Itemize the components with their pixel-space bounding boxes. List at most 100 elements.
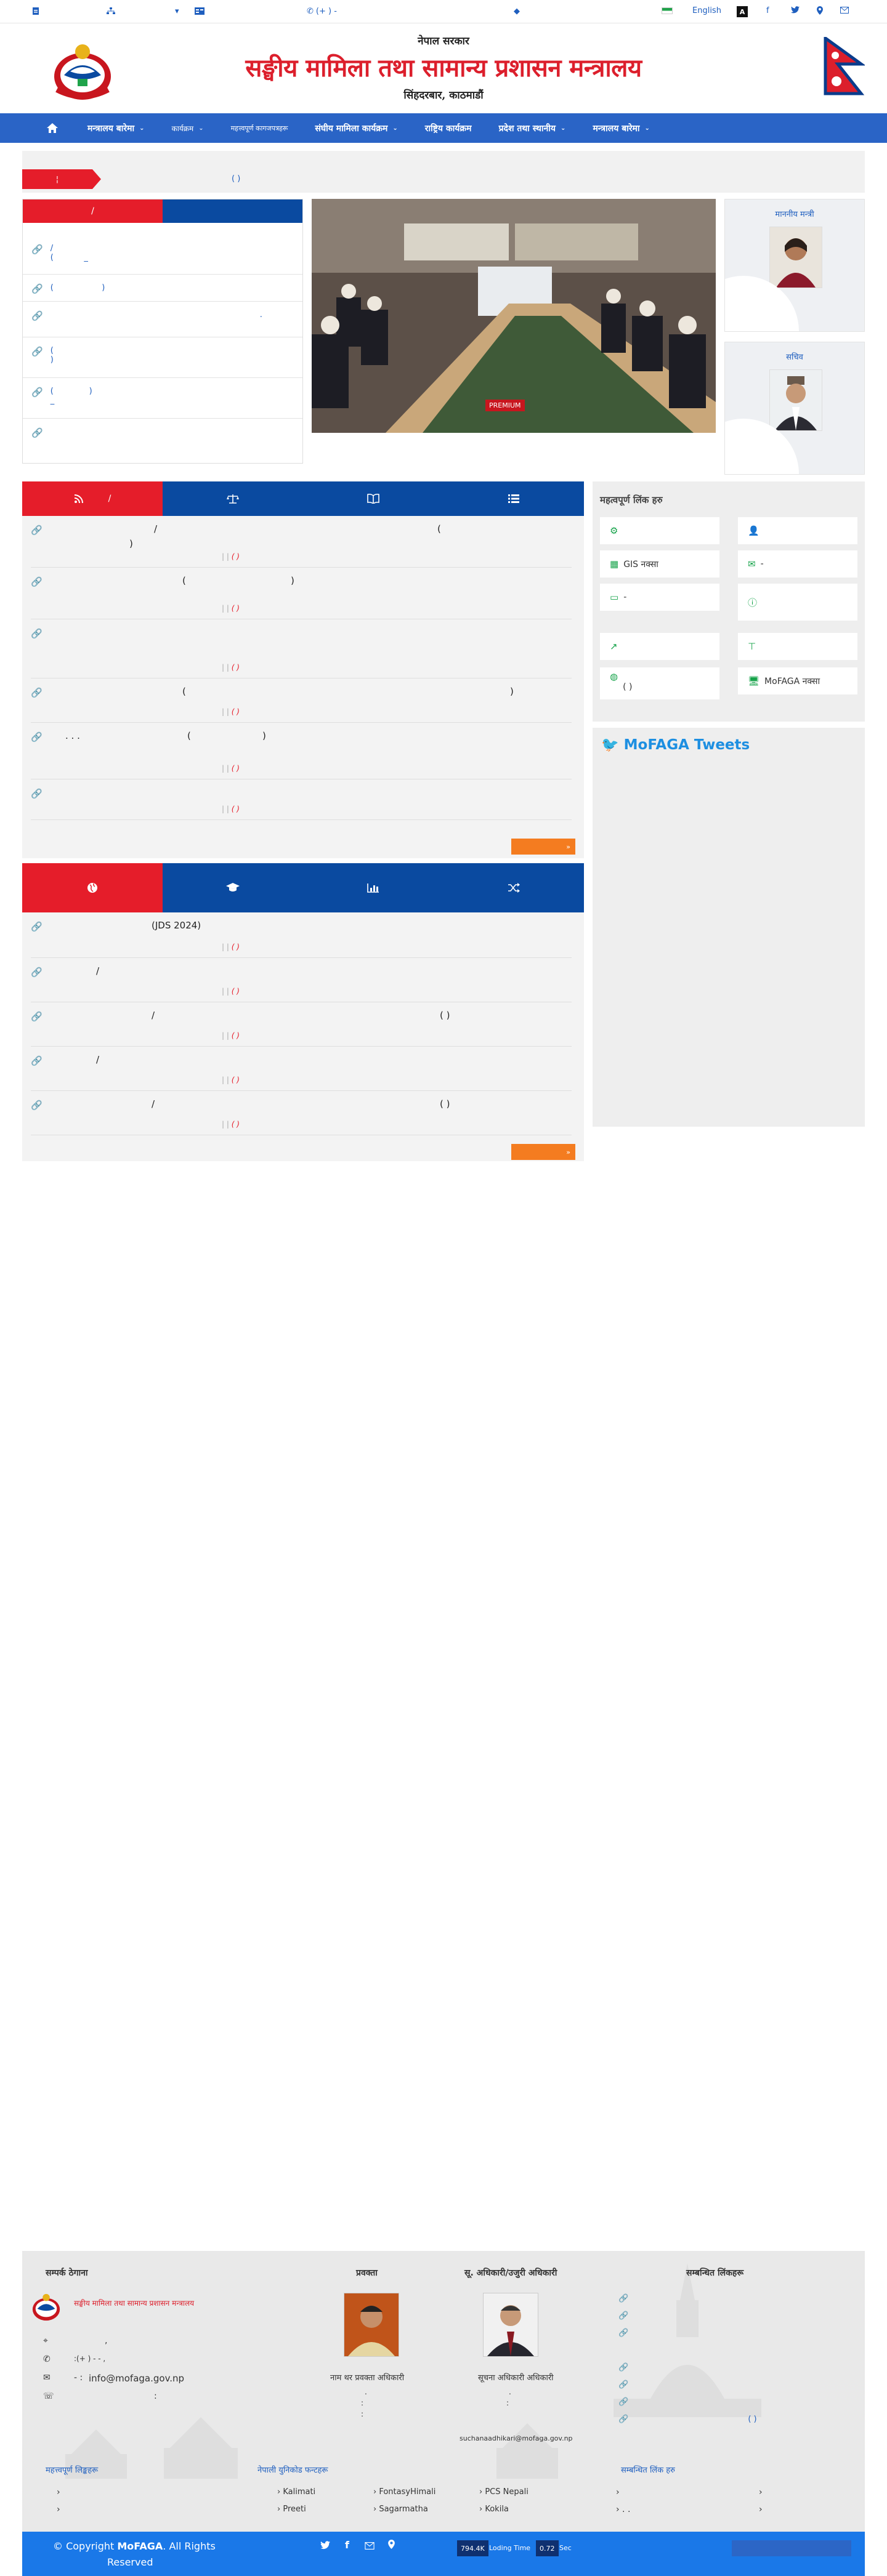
tab-law[interactable]: [163, 481, 303, 516]
list-item[interactable]: 🔗 | | ( ): [31, 619, 572, 678]
quick-link[interactable]: ✉ -: [738, 550, 857, 578]
list-item[interactable]: 🔗 ( ) | | ( ): [31, 678, 572, 723]
calendar-icon[interactable]: [195, 7, 205, 15]
news-ticker: ¦ ( ): [22, 151, 865, 193]
related-link[interactable]: 🔗: [618, 2311, 628, 2320]
list-item[interactable]: 🔗 / ( ) | | ( ): [31, 1002, 572, 1047]
slider-badge: PREMIUM: [485, 400, 525, 411]
list-item[interactable]: 🔗: [23, 419, 302, 456]
twitter-icon[interactable]: [320, 2540, 330, 2552]
tab-rss[interactable]: /: [22, 481, 163, 516]
twitter-icon[interactable]: [791, 6, 800, 14]
related-link[interactable]: 🔗: [618, 2328, 628, 2338]
tab-globe[interactable]: [22, 863, 163, 912]
list-item[interactable]: 🔗( ) _: [23, 378, 302, 419]
quick-link-map[interactable]: 🖥 MoFAGA नक्सा: [738, 667, 857, 694]
envelope-icon[interactable]: [365, 2540, 375, 2552]
footer-search-box[interactable]: [732, 2540, 851, 2556]
font-link-kalimati[interactable]: › Kalimati: [277, 2487, 315, 2497]
facebook-icon[interactable]: f: [345, 2539, 349, 2551]
nav-item-about[interactable]: मन्त्रालय बारेमा ⌄: [74, 113, 158, 143]
diamond-icon[interactable]: ◆: [514, 7, 520, 16]
footer-org-name: सङ्घीय मामिला तथा सामान्य प्रशासन मन्त्र…: [74, 2299, 195, 2308]
minister-card[interactable]: माननीय मन्त्री: [724, 199, 865, 332]
list-item[interactable]: 🔗 / ( ) | | ( ): [31, 516, 572, 568]
quick-link[interactable]: 👤: [738, 517, 857, 544]
footer-link[interactable]: ›: [759, 2487, 763, 2497]
secretary-card[interactable]: सचिव: [724, 342, 865, 475]
email-icon[interactable]: [840, 7, 849, 14]
tab-publications[interactable]: [303, 481, 444, 516]
quick-link[interactable]: ⚙: [600, 517, 719, 544]
nav-item-federal[interactable]: संघीय मामिला कार्यक्रम ⌄: [301, 113, 411, 143]
nav-item-province[interactable]: प्रदेश तथा स्थानीय ⌄: [485, 113, 580, 143]
nav-item-more[interactable]: मन्त्रालय बारेमा ⌄: [579, 113, 663, 143]
list-item[interactable]: 🔗( ): [23, 275, 302, 302]
tab-education[interactable]: [163, 863, 303, 912]
copyright-bar: © Copyright MoFAGA. All Rights Reserved …: [22, 2532, 865, 2576]
list-item[interactable]: 🔗 ( ) | | ( ): [31, 568, 572, 619]
list-item[interactable]: 🔗 / | | ( ): [31, 958, 572, 1002]
image-slider[interactable]: PREMIUM: [312, 199, 716, 433]
sitemap-icon[interactable]: [106, 7, 116, 15]
ticker-text[interactable]: ( ): [232, 174, 240, 183]
info-officer-email[interactable]: suchanaadhikari@mofaga.gov.np: [460, 2434, 573, 2442]
document-icon[interactable]: [32, 7, 39, 15]
font-link-fontasyhimali[interactable]: › FontasyHimali: [373, 2487, 435, 2497]
twitter-feed-title[interactable]: 🐦 MoFAGA Tweets: [593, 728, 865, 762]
related-link[interactable]: 🔗: [618, 2294, 628, 2303]
font-link-kokila[interactable]: › Kokila: [479, 2505, 509, 2514]
map-marker-icon: ⌖: [43, 2336, 48, 2346]
tab-notices[interactable]: /: [23, 199, 163, 223]
list-item[interactable]: 🔗 | | ( ): [31, 779, 572, 820]
gears-icon: ⚙: [610, 525, 618, 536]
phone-contact[interactable]: ✆ (+ ) -: [307, 7, 337, 16]
location-pin-icon[interactable]: [817, 6, 823, 15]
tab-list[interactable]: [444, 481, 584, 516]
footer-link[interactable]: › . .: [616, 2505, 630, 2514]
dropdown-caret-icon[interactable]: ▾: [175, 7, 179, 16]
list-item[interactable]: 🔗 . . . ( ) | | ( ): [31, 723, 572, 779]
ministry-title[interactable]: सङ्घीय मामिला तथा सामान्य प्रशासन मन्त्र…: [0, 50, 887, 84]
footer-link[interactable]: ›: [616, 2487, 620, 2497]
font-link-sagarmatha[interactable]: › Sagarmatha: [373, 2505, 428, 2514]
tab-shuffle[interactable]: [444, 863, 584, 912]
tab-news[interactable]: [163, 199, 302, 223]
language-switch[interactable]: English: [692, 6, 721, 15]
related-link[interactable]: 🔗: [618, 2397, 628, 2407]
facebook-icon[interactable]: f: [766, 6, 769, 15]
font-link-pcs-nepali[interactable]: › PCS Nepali: [479, 2487, 529, 2497]
list-item[interactable]: 🔗 / ( _: [23, 235, 302, 275]
nav-item-national[interactable]: राष्ट्रिय कार्यक्रम: [411, 113, 485, 143]
contrast-toggle[interactable]: A: [737, 6, 748, 17]
related-link[interactable]: 🔗 ( ): [618, 2415, 757, 2424]
related-link[interactable]: 🔗: [618, 2363, 628, 2372]
list-item[interactable]: 🔗( ): [23, 337, 302, 378]
nav-item-documents[interactable]: महत्त्वपूर्ण कागजपत्रहरू: [217, 113, 302, 143]
quick-link-gis[interactable]: ▦ GIS नक्सा: [600, 550, 719, 578]
quick-link[interactable]: ◍( ): [600, 667, 719, 699]
nav-home[interactable]: [43, 113, 74, 143]
footer-email[interactable]: info@mofaga.gov.np: [89, 2373, 184, 2384]
quick-link[interactable]: ⓘ: [738, 584, 857, 621]
brand-link[interactable]: MoFAGA: [117, 2540, 163, 2552]
list-item[interactable]: 🔗 (JDS 2024) | | ( ): [31, 912, 572, 958]
map-icon: ▦: [610, 558, 619, 570]
list-item[interactable]: 🔗 / | | ( ): [31, 1047, 572, 1091]
footer-link[interactable]: ›: [759, 2505, 763, 2514]
tab-statistics[interactable]: [303, 863, 444, 912]
font-link-preeti[interactable]: › Preeti: [277, 2505, 306, 2514]
view-more-button[interactable]: »: [511, 839, 575, 855]
footer-link[interactable]: ›: [57, 2505, 60, 2514]
list-item[interactable]: 🔗 / ( ) | | ( ): [31, 1091, 572, 1135]
view-more-button[interactable]: »: [511, 1144, 575, 1160]
quick-link[interactable]: ↗: [600, 633, 719, 660]
footer-link[interactable]: ›: [57, 2487, 60, 2497]
related-link[interactable]: 🔗: [618, 2380, 628, 2389]
quick-link[interactable]: ▭ -: [600, 584, 719, 611]
list-item[interactable]: 🔗.: [23, 302, 302, 337]
quick-link[interactable]: ⊤: [738, 633, 857, 660]
location-pin-icon[interactable]: [388, 2540, 395, 2551]
twitter-icon: 🐦: [601, 737, 619, 753]
nav-item-programs[interactable]: कार्यक्रम ⌄: [158, 113, 217, 143]
